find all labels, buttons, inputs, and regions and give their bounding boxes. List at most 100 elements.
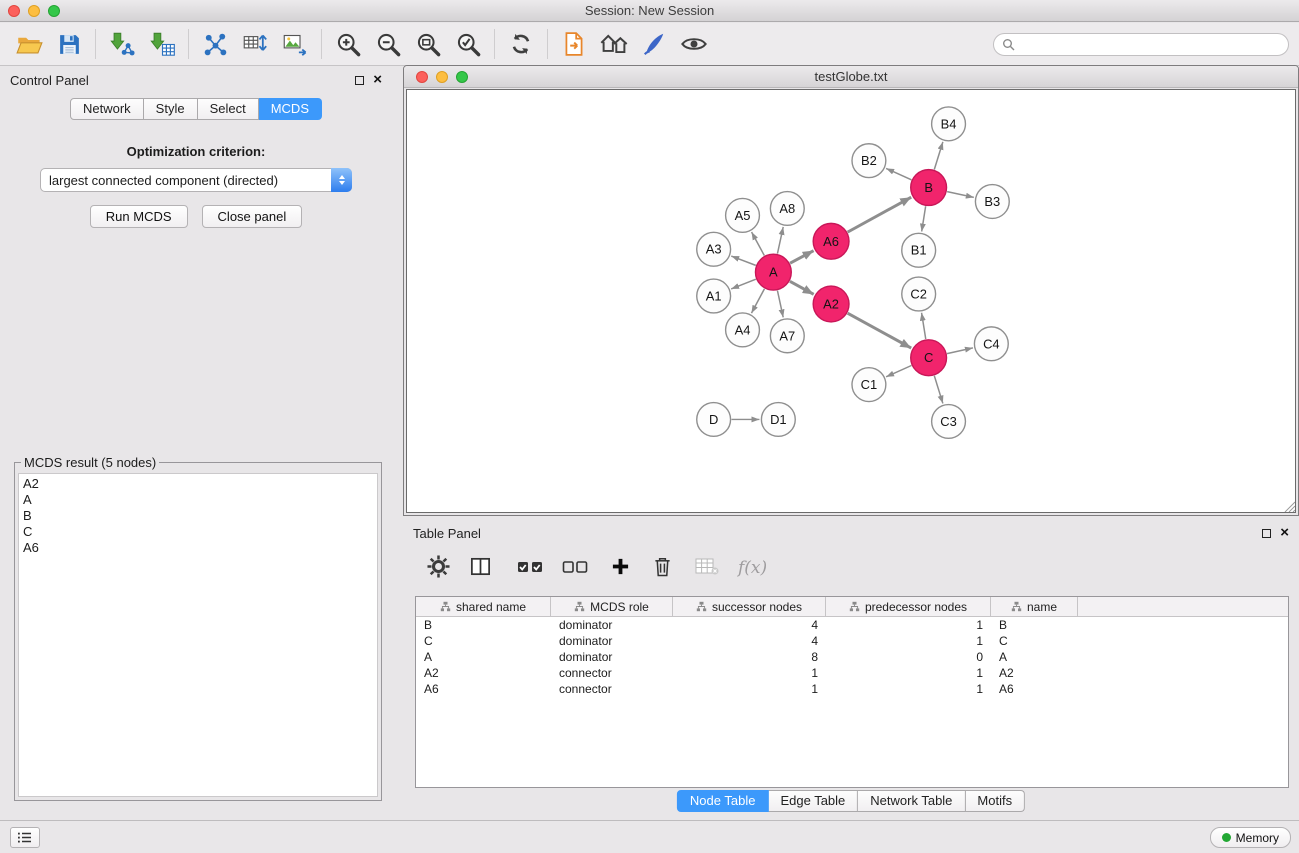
show-tables-button[interactable] — [238, 26, 272, 62]
zoom-selected-button[interactable] — [451, 26, 485, 62]
column-header-name[interactable]: name — [991, 597, 1078, 616]
column-header-predecessor-nodes[interactable]: predecessor nodes — [826, 597, 991, 616]
select-all-button[interactable] — [517, 559, 543, 578]
graph-node-C[interactable]: C — [911, 340, 947, 376]
graph-edge-A-A4[interactable] — [751, 289, 764, 313]
graph-edge-C-C2[interactable] — [922, 313, 926, 339]
graph-edge-B-B2[interactable] — [886, 168, 911, 179]
control-tab-select[interactable]: Select — [198, 98, 259, 120]
graph-node-D[interactable]: D — [697, 403, 731, 437]
import-table-button[interactable] — [145, 26, 179, 62]
new-network-button[interactable] — [198, 26, 232, 62]
mcds-result-item[interactable]: B — [23, 508, 373, 524]
delete-rows-button[interactable] — [653, 556, 672, 580]
table-row[interactable]: Bdominator41B — [416, 617, 1288, 633]
save-session-button[interactable] — [52, 26, 86, 62]
graph-edge-A2-C[interactable] — [848, 313, 912, 348]
graph-node-C4[interactable]: C4 — [974, 327, 1008, 361]
mcds-result-list[interactable]: A2ABCA6 — [18, 473, 378, 797]
graph-node-B4[interactable]: B4 — [932, 107, 966, 141]
zoom-out-button[interactable] — [371, 26, 405, 62]
resize-grip-icon[interactable] — [1284, 501, 1295, 512]
network-window-titlebar[interactable]: testGlobe.txt — [404, 66, 1298, 88]
graph-edge-A-A6[interactable] — [790, 251, 813, 264]
optimization-criterion-select[interactable]: largest connected component (directed) — [40, 168, 352, 192]
column-header-mcds-role[interactable]: MCDS role — [551, 597, 673, 616]
mcds-result-item[interactable]: A6 — [23, 540, 373, 556]
column-header-successor-nodes[interactable]: successor nodes — [673, 597, 826, 616]
graph-edge-B-B4[interactable] — [934, 142, 943, 170]
zoom-in-button[interactable] — [331, 26, 365, 62]
annotation-pen-button[interactable] — [637, 26, 671, 62]
table-row[interactable]: A6connector11A6 — [416, 681, 1288, 697]
graph-edge-B-B3[interactable] — [947, 192, 974, 198]
first-neighbors-button[interactable] — [557, 26, 591, 62]
graph-node-A1[interactable]: A1 — [697, 279, 731, 313]
graph-node-A8[interactable]: A8 — [770, 192, 804, 226]
graph-edge-A-A2[interactable] — [790, 281, 814, 294]
graph-node-D1[interactable]: D1 — [761, 403, 795, 437]
mcds-result-item[interactable]: C — [23, 524, 373, 540]
home-button[interactable] — [597, 26, 631, 62]
graph-edge-B-B1[interactable] — [922, 206, 926, 231]
show-details-button[interactable] — [677, 26, 711, 62]
column-header-shared-name[interactable]: shared name — [416, 597, 551, 616]
close-table-panel-icon[interactable]: × — [1280, 528, 1289, 538]
graph-edge-A-A8[interactable] — [777, 227, 783, 254]
graph-node-B2[interactable]: B2 — [852, 144, 886, 178]
table-tab-edge-table[interactable]: Edge Table — [768, 790, 858, 812]
graph-edge-A6-B[interactable] — [848, 197, 912, 232]
graph-node-A5[interactable]: A5 — [726, 198, 760, 232]
control-tab-network[interactable]: Network — [70, 98, 144, 120]
graph-edge-C-C1[interactable] — [886, 365, 911, 376]
search-box[interactable] — [993, 33, 1289, 56]
table-row[interactable]: Adominator80A — [416, 649, 1288, 665]
add-row-button[interactable] — [611, 557, 630, 579]
close-panel-icon[interactable]: × — [373, 75, 382, 85]
graph-edge-A-A1[interactable] — [731, 279, 756, 289]
float-panel-icon[interactable] — [355, 76, 364, 85]
graph-node-A[interactable]: A — [755, 254, 791, 290]
graph-edge-A-A3[interactable] — [731, 256, 755, 265]
mcds-result-item[interactable]: A — [23, 492, 373, 508]
import-network-button[interactable] — [105, 26, 139, 62]
refresh-button[interactable] — [504, 26, 538, 62]
table-settings-button[interactable] — [427, 555, 450, 581]
table-row[interactable]: Cdominator41C — [416, 633, 1288, 649]
network-canvas[interactable]: B4 B2 B B3 A5 A8 A6 B1 A3 A C2 A1 A2 A4 A7 C4 C C1 C3 D D1 — [406, 89, 1296, 513]
control-tab-style[interactable]: Style — [144, 98, 198, 120]
table-tab-network-table[interactable]: Network Table — [858, 790, 965, 812]
control-tab-mcds[interactable]: MCDS — [259, 98, 322, 120]
graph-edge-C-C3[interactable] — [934, 376, 943, 404]
graph-node-A4[interactable]: A4 — [726, 313, 760, 347]
graph-edge-C-C4[interactable] — [947, 348, 973, 354]
search-input[interactable] — [1020, 37, 1280, 52]
run-mcds-button[interactable]: Run MCDS — [90, 205, 188, 228]
deselect-all-button[interactable] — [562, 559, 588, 578]
graph-edge-A-A7[interactable] — [777, 291, 783, 318]
task-history-button[interactable] — [10, 827, 40, 848]
export-image-button[interactable] — [278, 26, 312, 62]
table-tab-motifs[interactable]: Motifs — [965, 790, 1025, 812]
open-session-button[interactable] — [12, 26, 46, 62]
memory-button[interactable]: Memory — [1210, 827, 1291, 848]
graph-node-A3[interactable]: A3 — [697, 232, 731, 266]
zoom-fit-button[interactable] — [411, 26, 445, 62]
graph-node-C2[interactable]: C2 — [902, 277, 936, 311]
mcds-result-item[interactable]: A2 — [23, 476, 373, 492]
close-panel-button[interactable]: Close panel — [202, 205, 303, 228]
float-table-panel-icon[interactable] — [1262, 529, 1271, 538]
table-tab-node-table[interactable]: Node Table — [677, 790, 769, 812]
graph-node-B3[interactable]: B3 — [975, 185, 1009, 219]
graph-node-B1[interactable]: B1 — [902, 233, 936, 267]
function-builder-button[interactable]: f(x) — [738, 558, 767, 578]
graph-node-C3[interactable]: C3 — [932, 405, 966, 439]
graph-edge-A-A5[interactable] — [752, 232, 765, 255]
graph-node-C1[interactable]: C1 — [852, 368, 886, 402]
graph-node-A7[interactable]: A7 — [770, 319, 804, 353]
graph-node-B[interactable]: B — [911, 170, 947, 206]
graph-node-A2[interactable]: A2 — [813, 286, 849, 322]
graph-node-A6[interactable]: A6 — [813, 223, 849, 259]
table-row[interactable]: A2connector11A2 — [416, 665, 1288, 681]
column-visibility-button[interactable] — [469, 555, 492, 581]
